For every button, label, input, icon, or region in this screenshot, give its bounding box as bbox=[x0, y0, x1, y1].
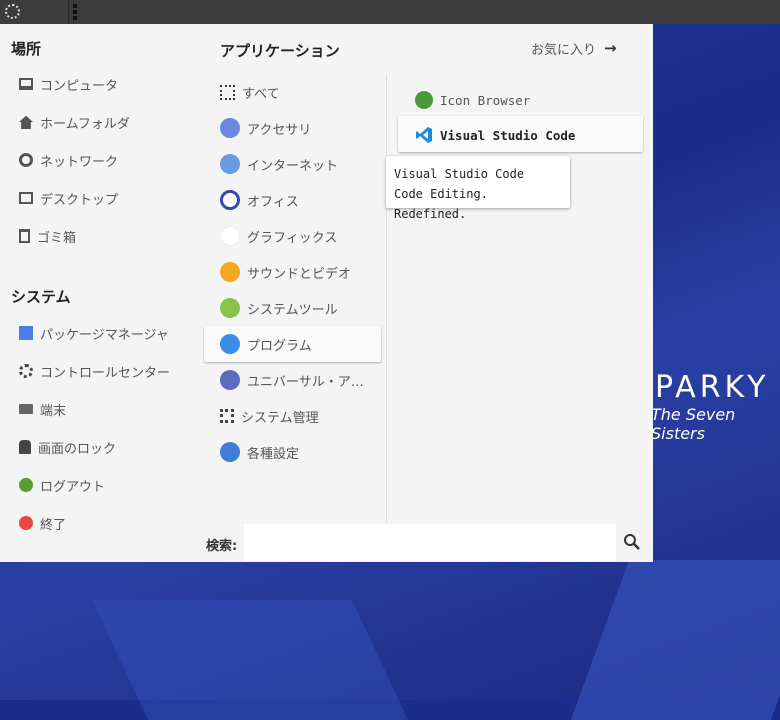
tooltip-description: Code Editing. Redefined. bbox=[394, 187, 488, 221]
system-item-package-manager[interactable]: パッケージマネージャ bbox=[19, 321, 169, 345]
wallpaper-logo-text: PARKY bbox=[655, 370, 770, 405]
package-icon bbox=[19, 326, 33, 340]
item-label: コンピュータ bbox=[40, 78, 119, 94]
applications-heading: アプリケーション bbox=[220, 42, 340, 60]
category-programming[interactable]: プログラム bbox=[220, 332, 312, 356]
app-tooltip: Visual Studio Code Code Editing. Redefin… bbox=[386, 156, 570, 221]
places-item-desktop[interactable]: デスクトップ bbox=[19, 186, 118, 210]
system-item-shutdown[interactable]: 終了 bbox=[19, 511, 66, 535]
category-accessories[interactable]: アクセサリ bbox=[220, 116, 311, 140]
sound-video-icon bbox=[220, 262, 240, 282]
graphics-icon bbox=[220, 226, 240, 246]
favorites-label: お気に入り bbox=[531, 42, 597, 58]
logout-icon bbox=[19, 478, 33, 492]
accessories-icon bbox=[220, 118, 240, 138]
menu-logo-icon[interactable] bbox=[5, 4, 20, 19]
category-label: ユニバーサル・ア… bbox=[247, 374, 364, 390]
item-label: ホームフォルダ bbox=[40, 116, 130, 132]
vscode-icon bbox=[416, 127, 432, 143]
category-label: グラフィックス bbox=[247, 230, 338, 246]
category-label: インターネット bbox=[247, 158, 339, 174]
panel-drag-handle-icon[interactable] bbox=[73, 4, 77, 20]
item-label: コントロールセンター bbox=[40, 365, 171, 381]
system-item-logout[interactable]: ログアウト bbox=[19, 473, 105, 497]
places-item-network[interactable]: ネットワーク bbox=[19, 148, 118, 172]
category-office[interactable]: オフィス bbox=[220, 188, 299, 212]
category-all[interactable]: すべて bbox=[220, 80, 280, 104]
app-item-visual-studio-code[interactable]: Visual Studio Code bbox=[415, 123, 575, 147]
search-label: 検索: bbox=[206, 539, 238, 554]
office-icon bbox=[220, 190, 240, 210]
system-tools-icon bbox=[220, 298, 240, 318]
item-label: 終了 bbox=[40, 517, 67, 533]
column-divider bbox=[386, 74, 387, 522]
item-label: 画面のロック bbox=[38, 441, 117, 457]
application-menu: 場所 コンピュータ ホームフォルダ ネットワーク デスクトップ ゴミ箱 システム… bbox=[0, 24, 653, 562]
category-label: プログラム bbox=[247, 338, 312, 354]
item-label: パッケージマネージャ bbox=[40, 327, 169, 343]
power-icon bbox=[19, 516, 33, 530]
monitor-icon bbox=[19, 78, 33, 90]
trash-icon bbox=[19, 229, 30, 243]
gears-icon bbox=[19, 364, 33, 378]
wallpaper-subtitle: The Seven Sisters bbox=[651, 405, 736, 443]
category-administration[interactable]: システム管理 bbox=[220, 404, 319, 428]
category-universal-access[interactable]: ユニバーサル・ア… bbox=[220, 368, 364, 392]
category-graphics[interactable]: グラフィックス bbox=[220, 224, 337, 248]
desktop-icon bbox=[19, 192, 33, 204]
panel-separator bbox=[68, 0, 69, 24]
item-label: デスクトップ bbox=[40, 192, 119, 208]
category-preferences[interactable]: 各種設定 bbox=[220, 440, 299, 464]
category-label: アクセサリ bbox=[247, 122, 312, 138]
item-label: 端末 bbox=[40, 403, 67, 419]
favorites-button[interactable]: お気に入り → bbox=[531, 36, 617, 60]
category-sound-video[interactable]: サウンドとビデオ bbox=[220, 260, 351, 284]
category-system-tools[interactable]: システムツール bbox=[220, 296, 338, 320]
app-item-icon-browser[interactable]: Icon Browser bbox=[415, 88, 530, 112]
system-item-control-center[interactable]: コントロールセンター bbox=[19, 359, 170, 383]
item-label: ログアウト bbox=[40, 479, 106, 495]
item-label: ネットワーク bbox=[40, 154, 119, 170]
category-label: システムツール bbox=[247, 302, 338, 318]
programming-icon bbox=[220, 334, 240, 354]
icon-browser-icon bbox=[415, 91, 433, 109]
system-item-lock-screen[interactable]: 画面のロック bbox=[19, 435, 116, 459]
universal-access-icon bbox=[220, 370, 240, 390]
search-icon[interactable] bbox=[622, 532, 642, 552]
places-item-home[interactable]: ホームフォルダ bbox=[19, 110, 130, 134]
category-label: 各種設定 bbox=[247, 446, 300, 462]
category-label: システム管理 bbox=[241, 410, 319, 426]
app-label: Icon Browser bbox=[440, 92, 531, 108]
terminal-icon bbox=[19, 404, 33, 414]
search-input[interactable] bbox=[244, 524, 616, 561]
places-heading: 場所 bbox=[11, 40, 42, 58]
top-panel bbox=[0, 0, 780, 24]
system-heading: システム bbox=[11, 288, 71, 306]
category-label: オフィス bbox=[247, 194, 299, 210]
all-icon bbox=[220, 84, 235, 100]
preferences-icon bbox=[220, 442, 240, 462]
item-label: ゴミ箱 bbox=[37, 230, 77, 246]
internet-icon bbox=[220, 154, 240, 174]
app-label: Visual Studio Code bbox=[440, 127, 576, 143]
category-internet[interactable]: インターネット bbox=[220, 152, 338, 176]
network-icon bbox=[19, 153, 33, 167]
home-icon bbox=[19, 115, 33, 129]
system-item-terminal[interactable]: 端末 bbox=[19, 397, 66, 421]
category-label: サウンドとビデオ bbox=[247, 266, 352, 282]
arrow-right-icon: → bbox=[604, 39, 617, 57]
lock-icon bbox=[19, 440, 31, 454]
places-item-computer[interactable]: コンピュータ bbox=[19, 72, 118, 96]
places-item-trash[interactable]: ゴミ箱 bbox=[19, 224, 76, 248]
tooltip-title: Visual Studio Code bbox=[394, 167, 525, 181]
category-label: すべて bbox=[242, 86, 280, 102]
administration-icon bbox=[220, 409, 234, 423]
